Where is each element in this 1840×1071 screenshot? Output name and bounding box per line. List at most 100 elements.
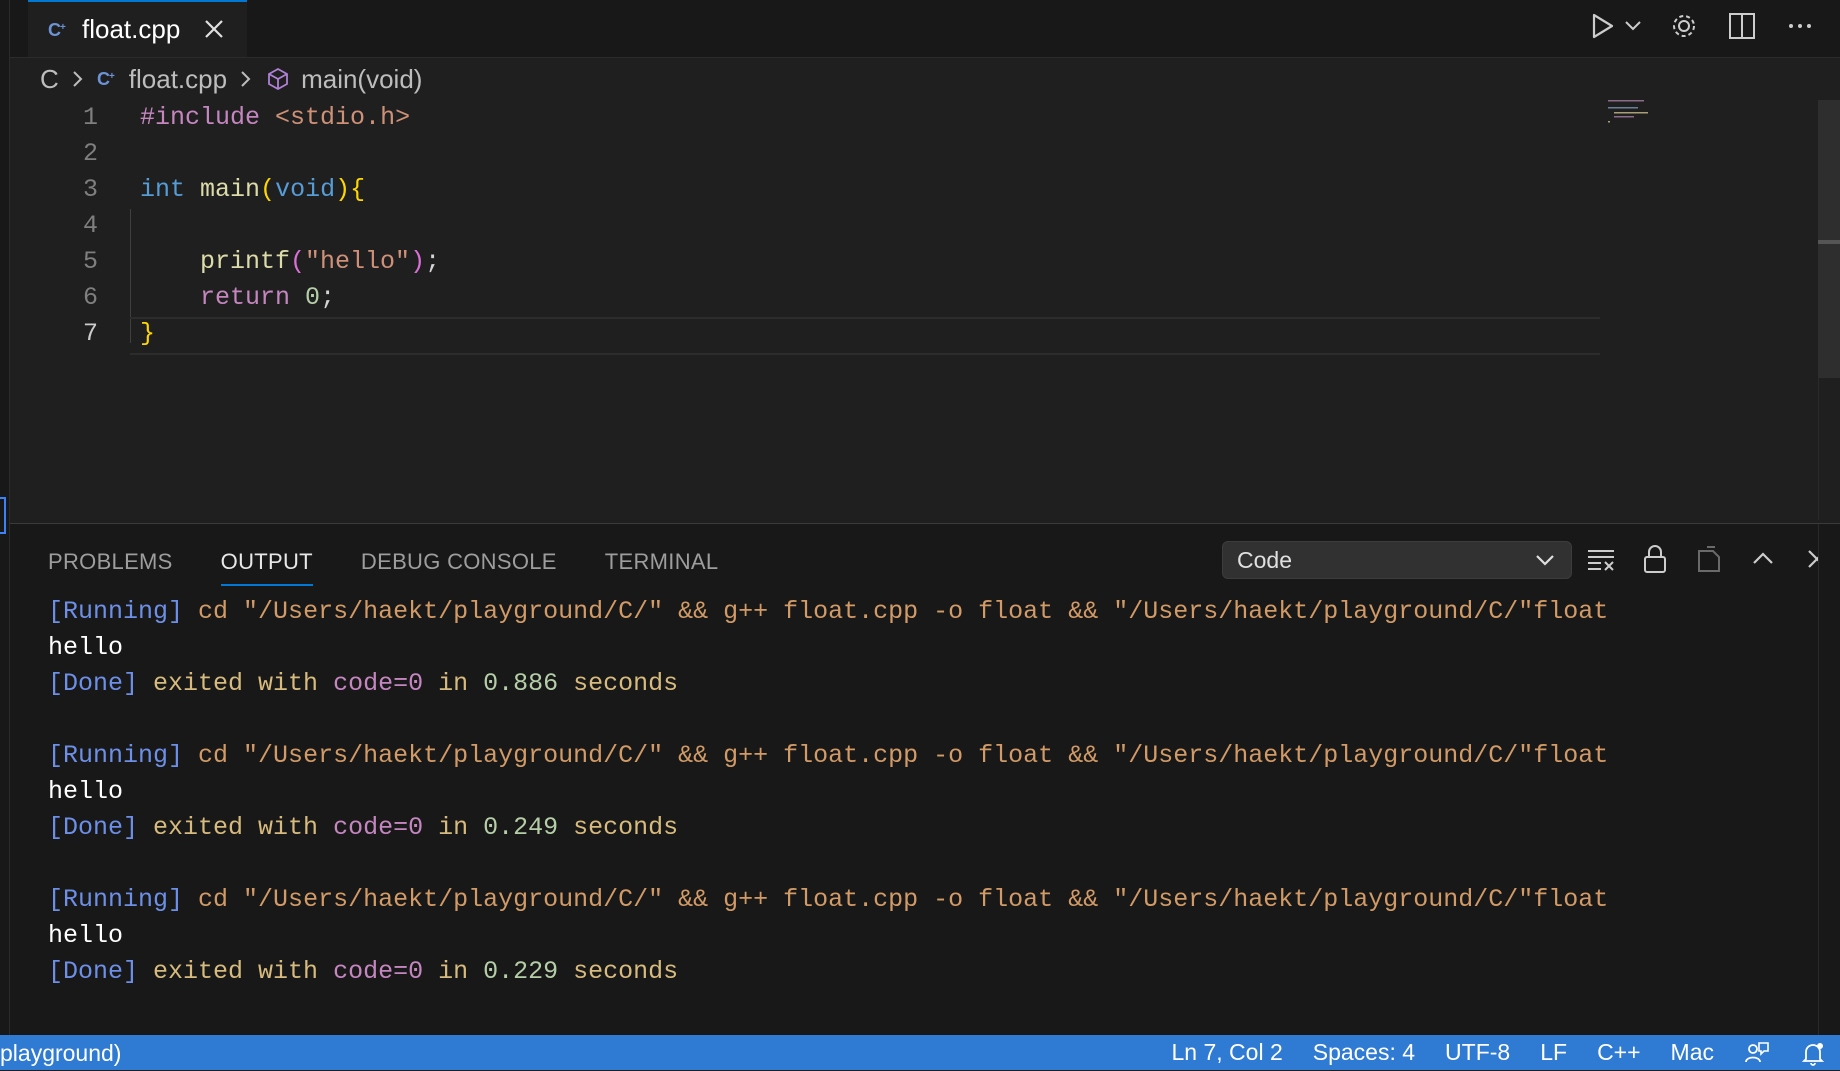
- output-line-result: hello: [48, 777, 124, 806]
- done-text: exited with: [153, 813, 319, 842]
- code-line[interactable]: #include <stdio.h>: [140, 100, 1610, 136]
- code-line[interactable]: int main(void){: [140, 172, 1610, 208]
- running-tag: [Running]: [48, 741, 184, 770]
- breadcrumb-symbol[interactable]: main(void): [301, 64, 422, 95]
- code-token: (: [260, 175, 276, 204]
- line-number: 2: [82, 139, 98, 168]
- line-number: 5: [82, 247, 98, 276]
- status-cursor-position[interactable]: Ln 7, Col 2: [1172, 1035, 1283, 1070]
- run-icon[interactable]: [1588, 8, 1644, 44]
- split-editor-icon[interactable]: [1724, 8, 1760, 44]
- breadcrumb-file[interactable]: float.cpp: [129, 64, 227, 95]
- code-line[interactable]: printf("hello");: [140, 244, 1610, 280]
- clear-output-icon[interactable]: [1582, 540, 1620, 578]
- current-line-highlight: [130, 317, 1600, 355]
- code-token: {: [350, 175, 366, 204]
- symbol-method-icon: [265, 66, 291, 92]
- more-icon[interactable]: [1782, 8, 1818, 44]
- line-number-gutter: 1 2 3 4 5 6 7: [10, 100, 110, 352]
- cpp-file-icon: C +: [48, 19, 70, 41]
- code-line[interactable]: [140, 208, 1610, 244]
- output-channel-select[interactable]: Code: [1222, 541, 1572, 579]
- tab-float-cpp[interactable]: C + float.cpp: [28, 0, 247, 57]
- code-token: void: [275, 175, 336, 204]
- code-editor[interactable]: 1 2 3 4 5 6 7 #include <stdio.h> int mai…: [10, 100, 1818, 520]
- status-platform[interactable]: Mac: [1671, 1035, 1714, 1070]
- done-tag: [Done]: [48, 813, 139, 842]
- run-command: cd "/Users/haekt/playground/C/" && g++ f…: [198, 885, 1609, 914]
- code-token: ): [335, 175, 351, 204]
- minimap[interactable]: [1608, 98, 1668, 128]
- code-line[interactable]: return 0;: [140, 280, 1610, 316]
- lock-icon[interactable]: [1636, 540, 1674, 578]
- status-language[interactable]: C++: [1597, 1035, 1640, 1070]
- output-log[interactable]: [Running] cd "/Users/haekt/playground/C/…: [48, 594, 1808, 990]
- code-line[interactable]: [140, 136, 1610, 172]
- line-number: 3: [82, 175, 98, 204]
- status-bar: playground) Ln 7, Col 2 Spaces: 4 UTF-8 …: [0, 1035, 1840, 1070]
- exit-code: code=0: [333, 813, 424, 842]
- done-text: in: [438, 957, 469, 986]
- code-token: main: [200, 175, 261, 204]
- output-blank-line: [48, 702, 1808, 738]
- line-number: 6: [82, 283, 98, 312]
- run-command: cd "/Users/haekt/playground/C/" && g++ f…: [198, 741, 1609, 770]
- exit-code: code=0: [333, 669, 424, 698]
- line-number: 1: [82, 103, 98, 132]
- close-icon[interactable]: [201, 16, 227, 42]
- tab-terminal[interactable]: TERMINAL: [605, 544, 719, 586]
- output-line-done: [Done] exited with code=0 in 0.229 secon…: [48, 954, 1808, 990]
- tab-output[interactable]: OUTPUT: [220, 544, 313, 586]
- code-token: ;: [320, 283, 336, 312]
- done-tag: [Done]: [48, 669, 139, 698]
- code-token: 0: [305, 283, 321, 312]
- code-lines[interactable]: #include <stdio.h> int main(void){ print…: [140, 100, 1610, 352]
- svg-text:+: +: [109, 71, 115, 82]
- editor-scrollbar-thumb[interactable]: [1818, 100, 1840, 378]
- output-line-running: [Running] cd "/Users/haekt/playground/C/…: [48, 594, 1808, 630]
- code-token: ): [410, 247, 426, 276]
- done-text: exited with: [153, 957, 319, 986]
- chevron-down-icon: [1533, 548, 1557, 572]
- tab-problems[interactable]: PROBLEMS: [48, 544, 173, 586]
- panel-scrollbar[interactable]: [1818, 524, 1840, 1036]
- gear-icon[interactable]: [1666, 8, 1702, 44]
- code-token: printf: [200, 247, 291, 276]
- done-text: seconds: [573, 957, 679, 986]
- sash-indicator: [0, 497, 6, 534]
- tab-debug-console[interactable]: DEBUG CONSOLE: [361, 544, 557, 586]
- done-text: exited with: [153, 669, 319, 698]
- done-text: seconds: [573, 669, 679, 698]
- code-token: ;: [425, 247, 441, 276]
- done-text: in: [438, 669, 469, 698]
- output-line-done: [Done] exited with code=0 in 0.886 secon…: [48, 666, 1808, 702]
- breadcrumb-folder[interactable]: C: [40, 64, 59, 95]
- code-token: int: [140, 175, 186, 204]
- status-remote[interactable]: playground): [0, 1035, 121, 1070]
- code-token: "hello": [305, 247, 411, 276]
- maximize-panel-icon[interactable]: [1744, 540, 1782, 578]
- editor-tab-bar: C + float.cpp: [10, 0, 1840, 58]
- status-eol[interactable]: LF: [1540, 1035, 1567, 1070]
- duration-value: 0.249: [483, 813, 559, 842]
- line-number: 4: [82, 211, 98, 240]
- editor-actions: [1588, 8, 1818, 44]
- output-line-done: [Done] exited with code=0 in 0.249 secon…: [48, 810, 1808, 846]
- running-tag: [Running]: [48, 885, 184, 914]
- feedback-icon[interactable]: [1744, 1040, 1770, 1066]
- running-tag: [Running]: [48, 597, 184, 626]
- duration-value: 0.886: [483, 669, 559, 698]
- svg-text:+: +: [60, 22, 66, 33]
- panel-actions: [1582, 540, 1836, 578]
- tab-title: float.cpp: [82, 14, 181, 44]
- output-line-result: hello: [48, 633, 124, 662]
- exit-code: code=0: [333, 957, 424, 986]
- duration-value: 0.229: [483, 957, 559, 986]
- bell-icon[interactable]: [1800, 1040, 1826, 1066]
- status-indentation[interactable]: Spaces: 4: [1313, 1035, 1415, 1070]
- chevron-right-icon: [69, 66, 87, 92]
- open-in-editor-icon[interactable]: [1690, 540, 1728, 578]
- chevron-right-icon: [237, 66, 255, 92]
- status-encoding[interactable]: UTF-8: [1445, 1035, 1510, 1070]
- run-command: cd "/Users/haekt/playground/C/" && g++ f…: [198, 597, 1609, 626]
